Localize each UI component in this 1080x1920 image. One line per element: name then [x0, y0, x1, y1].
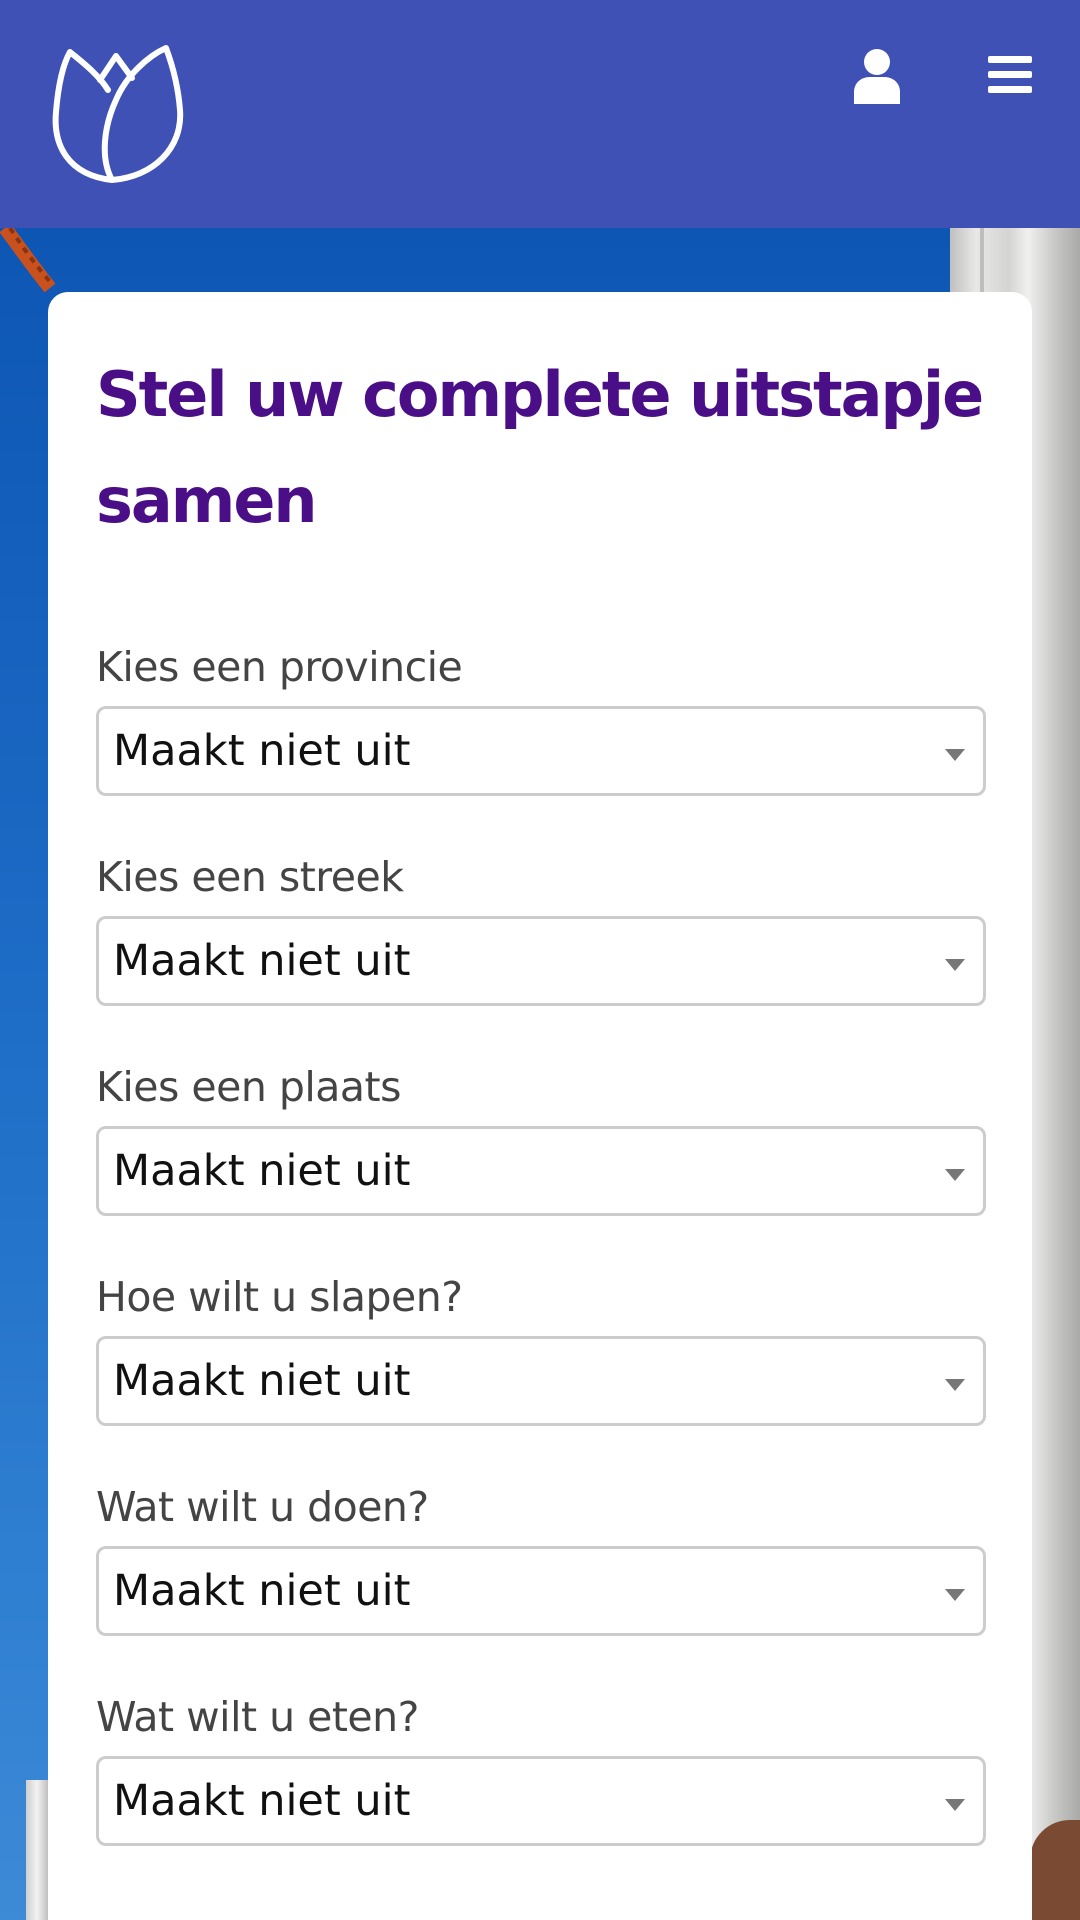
beach-pole [26, 1780, 48, 1920]
dropdown-arrow-icon [945, 959, 965, 971]
field-food: Wat wilt u eten? Maakt niet uit [96, 1692, 986, 1846]
province-label: Kies een provincie [96, 643, 463, 691]
rope-decoration [0, 223, 70, 298]
page-title: Stel uw complete uitstapje samen [96, 358, 984, 537]
province-select-value: Maakt niet uit [113, 726, 411, 776]
tulip-logo-icon[interactable] [48, 40, 188, 190]
sleep-select-value: Maakt niet uit [113, 1356, 411, 1406]
field-region: Kies een streek Maakt niet uit [96, 852, 986, 1006]
page: Stel uw complete uitstapje samen Kies ee… [0, 0, 1080, 1920]
hamburger-menu-icon [988, 56, 1032, 93]
activity-label: Wat wilt u doen? [96, 1483, 429, 1531]
hamburger-menu-button[interactable] [988, 54, 1036, 96]
activity-select[interactable]: Maakt niet uit [96, 1546, 986, 1636]
field-province: Kies een provincie Maakt niet uit [96, 642, 986, 796]
field-place: Kies een plaats Maakt niet uit [96, 1062, 986, 1216]
dog-fur [1030, 1820, 1080, 1920]
sleep-label: Hoe wilt u slapen? [96, 1273, 463, 1321]
region-label: Kies een streek [96, 853, 404, 901]
food-label: Wat wilt u eten? [96, 1693, 419, 1741]
top-app-bar [0, 0, 1080, 228]
region-select-value: Maakt niet uit [113, 936, 411, 986]
place-select-value: Maakt niet uit [113, 1146, 411, 1196]
dropdown-arrow-icon [945, 1379, 965, 1391]
dropdown-arrow-icon [945, 749, 965, 761]
dropdown-arrow-icon [945, 1799, 965, 1811]
dropdown-arrow-icon [945, 1169, 965, 1181]
food-select-value: Maakt niet uit [113, 1776, 411, 1826]
trip-planner-card: Stel uw complete uitstapje samen Kies ee… [48, 292, 1032, 1920]
field-activity: Wat wilt u doen? Maakt niet uit [96, 1482, 986, 1636]
region-select[interactable]: Maakt niet uit [96, 916, 986, 1006]
province-select[interactable]: Maakt niet uit [96, 706, 986, 796]
field-sleep: Hoe wilt u slapen? Maakt niet uit [96, 1272, 986, 1426]
place-select[interactable]: Maakt niet uit [96, 1126, 986, 1216]
food-select[interactable]: Maakt niet uit [96, 1756, 986, 1846]
sleep-select[interactable]: Maakt niet uit [96, 1336, 986, 1426]
user-account-button[interactable] [850, 48, 904, 104]
dropdown-arrow-icon [945, 1589, 965, 1601]
user-icon [854, 49, 900, 104]
activity-select-value: Maakt niet uit [113, 1566, 411, 1616]
place-label: Kies een plaats [96, 1063, 401, 1111]
